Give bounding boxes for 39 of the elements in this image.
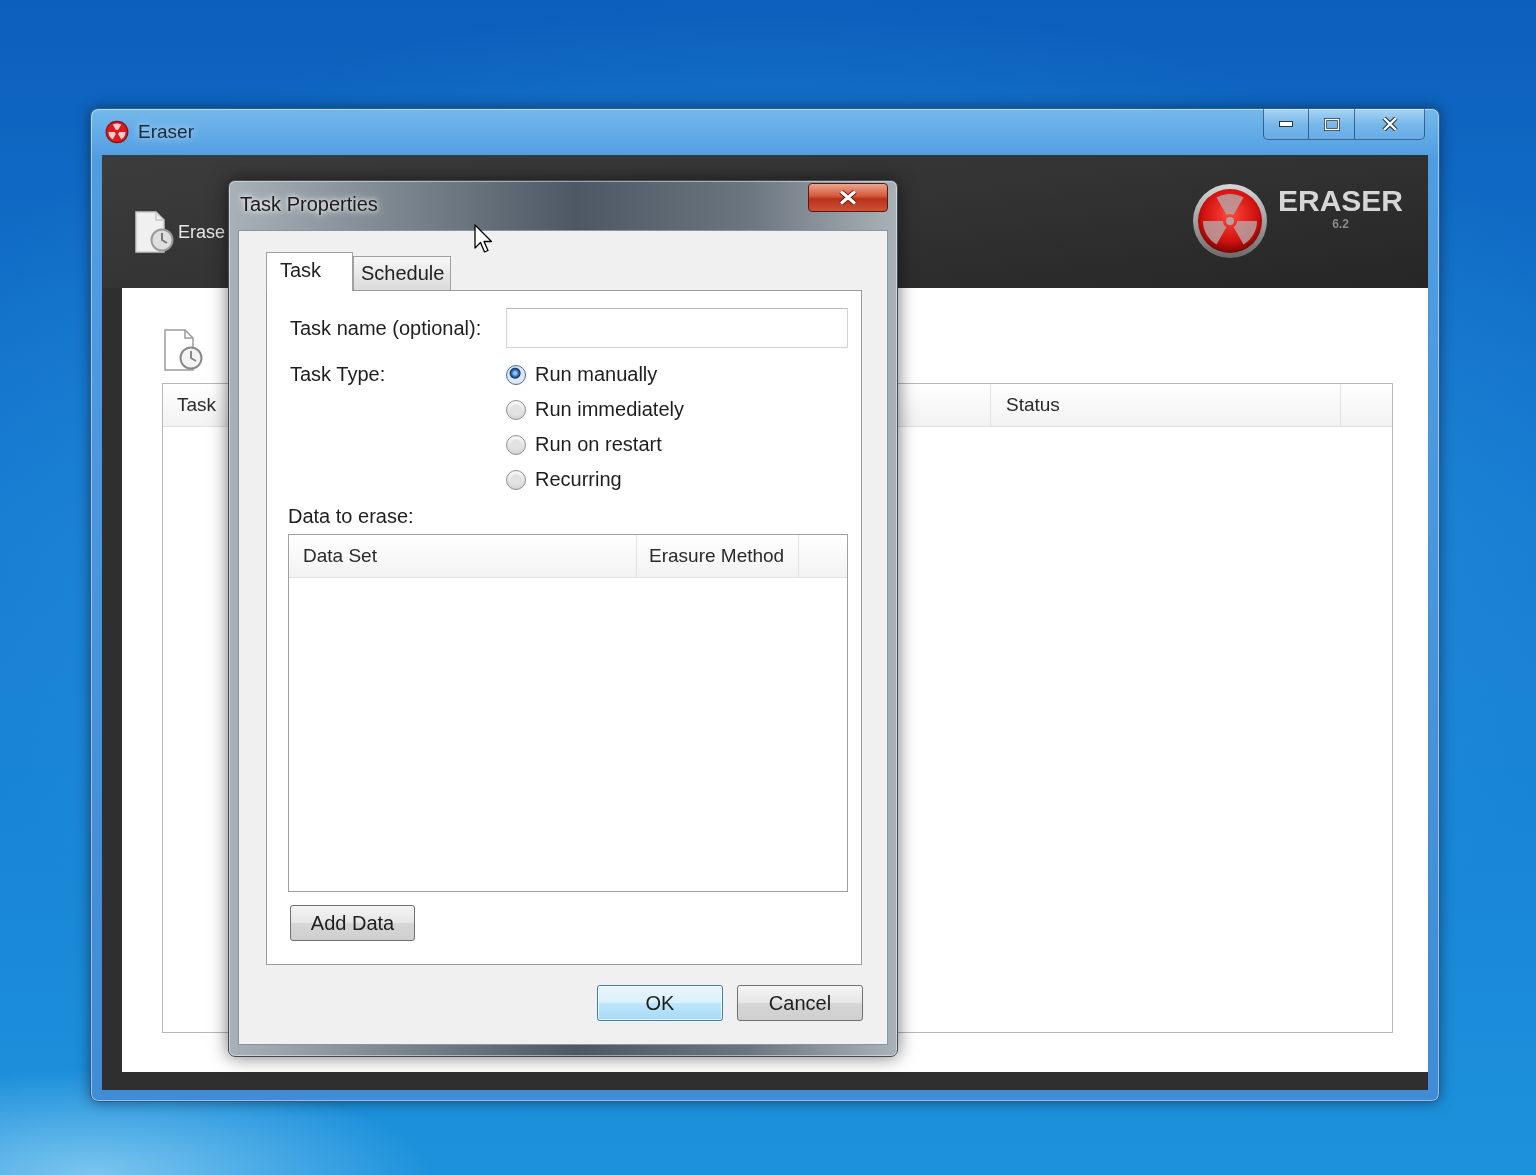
app-icon: [105, 120, 129, 144]
document-clock-icon: [162, 328, 204, 372]
field-label: Data to erase:: [288, 504, 414, 528]
close-button[interactable]: [808, 183, 888, 212]
maximize-icon: [1323, 117, 1340, 131]
close-icon: [839, 190, 857, 205]
window-title: Eraser: [138, 121, 194, 143]
task-name-input[interactable]: [506, 308, 848, 348]
minimize-icon: [1279, 121, 1293, 127]
radiation-logo-icon: [1191, 183, 1268, 259]
add-data-button[interactable]: Add Data: [290, 905, 415, 941]
radio-button[interactable]: [506, 364, 526, 385]
mouse-pointer-icon: [474, 224, 494, 254]
radio-button[interactable]: [506, 469, 526, 490]
tab[interactable]: Task: [266, 252, 353, 291]
field-label: Task Type:: [289, 362, 387, 387]
dialog-button[interactable]: Cancel: [737, 985, 863, 1021]
document-clock-icon: [133, 210, 175, 254]
column-header[interactable]: Erasure Method: [637, 535, 799, 577]
dialog-title: Task Properties: [240, 193, 378, 216]
maximize-button[interactable]: [1309, 109, 1355, 140]
column-header[interactable]: Data Set: [289, 535, 637, 577]
close-icon: [1381, 117, 1398, 131]
dialog-button[interactable]: OK: [597, 985, 723, 1021]
field-label: Task name (optional):: [289, 316, 483, 340]
toolbar-button[interactable]: Erase: [133, 210, 226, 254]
radio-button[interactable]: [506, 399, 526, 420]
column-header[interactable]: Status: [1006, 394, 1060, 416]
radio-label[interactable]: Recurring: [533, 462, 622, 497]
radio-label[interactable]: Run on restart: [533, 427, 662, 462]
minimize-button[interactable]: [1263, 109, 1309, 140]
column-header[interactable]: Task: [177, 394, 217, 416]
radio-label[interactable]: Run manually: [533, 357, 658, 392]
logo-text: ERASER: [1277, 184, 1403, 218]
radio-label[interactable]: Run immediately: [533, 392, 684, 427]
radio-button[interactable]: [506, 434, 526, 455]
close-button[interactable]: [1355, 109, 1425, 140]
tab[interactable]: Schedule: [353, 256, 451, 290]
version-label: 6.2: [1332, 218, 1349, 231]
